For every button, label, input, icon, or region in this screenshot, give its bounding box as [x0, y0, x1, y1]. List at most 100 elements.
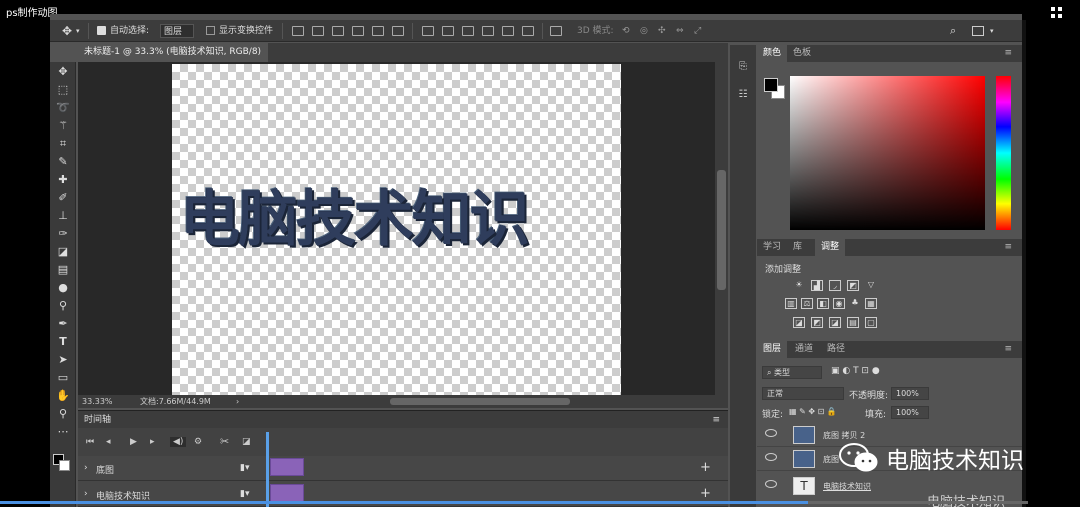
layer-name[interactable]: 底图 [823, 454, 839, 465]
magic-wand-tool-icon[interactable]: ⚚ [55, 118, 71, 134]
distribute-right-icon[interactable] [522, 26, 534, 36]
tab-adjustments[interactable]: 调整 [815, 239, 846, 256]
add-media-icon[interactable]: + [700, 486, 711, 501]
crop-tool-icon[interactable]: ⌗ [55, 136, 71, 152]
gradient-tool-icon[interactable]: ▤ [55, 262, 71, 278]
marquee-tool-icon[interactable]: ⬚ [55, 82, 71, 98]
opacity-field[interactable]: 100% [891, 387, 929, 400]
gradient-map-icon[interactable]: ▤ [847, 317, 859, 328]
panel-menu-icon[interactable]: ≡ [712, 411, 720, 429]
tab-learn[interactable]: 学习 [757, 239, 787, 256]
play-icon[interactable]: ▶ [130, 437, 137, 447]
channel-mixer-icon[interactable]: ♣ [849, 298, 861, 309]
foreground-color-swatch[interactable] [764, 78, 778, 92]
photo-filter-icon[interactable]: ◉ [833, 298, 845, 309]
eyedropper-tool-icon[interactable]: ✎ [55, 154, 71, 170]
distribute-left-icon[interactable] [482, 26, 494, 36]
align-left-icon[interactable] [292, 26, 304, 36]
audio-icon[interactable]: ◀) [170, 437, 187, 447]
history-panel-icon[interactable]: ⎘ [735, 59, 751, 75]
tab-swatches[interactable]: 色板 [787, 45, 817, 62]
track-film-icon[interactable]: ▮▾ [240, 489, 249, 499]
align-right-icon[interactable] [332, 26, 344, 36]
track-row[interactable]: › 底图 ▮▾ + [78, 456, 728, 481]
color-lookup-icon[interactable]: ▦ [865, 298, 877, 309]
selective-color-icon[interactable]: ▢ [865, 317, 877, 328]
transform-checkbox[interactable] [206, 26, 215, 35]
tab-layers[interactable]: 图层 [757, 341, 788, 358]
vibrance-icon[interactable]: ▽ [865, 280, 877, 291]
zoom-tool-icon[interactable]: ⚲ [55, 406, 71, 422]
3d-rotate-icon[interactable]: ⟲ [622, 24, 630, 38]
more-tools-icon[interactable]: ⋯ [55, 424, 71, 440]
3d-scale-icon[interactable]: ⤢ [694, 24, 701, 38]
distribute-top-icon[interactable] [422, 26, 434, 36]
blur-tool-icon[interactable]: ● [55, 280, 71, 296]
layer-name[interactable]: 电脑技术知识 [823, 481, 871, 492]
brightness-icon[interactable]: ☀ [793, 280, 805, 291]
move-tool-icon[interactable]: ✥ [62, 24, 72, 38]
panel-menu-icon[interactable]: ≡ [998, 239, 1018, 256]
settings-gear-icon[interactable]: ⚙ [194, 437, 202, 447]
expand-chevron-icon[interactable]: › [84, 463, 88, 473]
auto-align-icon[interactable] [550, 26, 562, 36]
distribute-hcenter-icon[interactable] [502, 26, 514, 36]
split-scissors-icon[interactable]: ✂ [220, 435, 229, 448]
tab-color[interactable]: 颜色 [757, 45, 788, 62]
hand-tool-icon[interactable]: ✋ [55, 388, 71, 404]
path-select-tool-icon[interactable]: ➤ [55, 352, 71, 368]
move-tool-icon[interactable]: ✥ [55, 64, 71, 80]
hue-sat-icon[interactable]: ▥ [785, 298, 797, 309]
invert-icon[interactable]: ◪ [793, 317, 805, 328]
distribute-bottom-icon[interactable] [462, 26, 474, 36]
video-progress-remaining[interactable] [808, 501, 1028, 504]
brush-tool-icon[interactable]: ✐ [55, 190, 71, 206]
color-balance-icon[interactable]: ⚖ [801, 298, 813, 309]
panel-menu-icon[interactable]: ≡ [998, 45, 1018, 62]
pen-tool-icon[interactable]: ✒ [55, 316, 71, 332]
first-frame-icon[interactable]: ⏮ [86, 437, 94, 447]
search-icon[interactable]: ⌕ [950, 24, 956, 38]
chevron-down-icon[interactable]: ▾ [76, 24, 80, 38]
track-film-icon[interactable]: ▮▾ [240, 463, 249, 473]
fill-field[interactable]: 100% [891, 406, 929, 419]
stamp-tool-icon[interactable]: ⊥ [55, 208, 71, 224]
document-tab[interactable]: 未标题-1 @ 33.3% (电脑技术知识, RGB/8) * [78, 43, 268, 76]
grid-icon[interactable] [1050, 6, 1064, 20]
video-clip[interactable] [270, 458, 304, 476]
healing-brush-tool-icon[interactable]: ✚ [55, 172, 71, 188]
exposure-icon[interactable]: ◩ [847, 280, 859, 291]
align-bottom-icon[interactable] [392, 26, 404, 36]
background-swatch[interactable] [59, 460, 70, 471]
visibility-eye-icon[interactable] [765, 429, 777, 437]
vertical-scroll-thumb[interactable] [717, 170, 726, 290]
shape-tool-icon[interactable]: ▭ [55, 370, 71, 386]
color-picker-field[interactable] [790, 76, 985, 230]
levels-icon[interactable]: ▟ [811, 280, 823, 291]
workspace-icon[interactable] [972, 26, 984, 36]
3d-drag-icon[interactable]: ✣ [658, 24, 666, 38]
align-middle-icon[interactable] [372, 26, 384, 36]
lock-icons[interactable]: ▦ ✎ ✥ ⊡ 🔒 [789, 407, 837, 416]
layer-filter-select[interactable]: ⌕ 类型 [762, 366, 822, 379]
tab-channels[interactable]: 通道 [789, 341, 819, 358]
type-tool-icon[interactable]: T [55, 334, 71, 350]
posterize-icon[interactable]: ◩ [811, 317, 823, 328]
3d-slide-icon[interactable]: ⇔ [676, 24, 684, 38]
visibility-eye-icon[interactable] [765, 480, 777, 488]
filter-pixel-icon[interactable]: ▣ ◐ T ⊡ ● [831, 366, 880, 376]
horizontal-scroll-thumb[interactable] [390, 398, 570, 405]
tab-paths[interactable]: 路径 [821, 341, 851, 358]
curves-icon[interactable]: ◞ [829, 280, 841, 291]
video-progress-bar[interactable] [0, 501, 808, 504]
blend-mode-select[interactable]: 正常 [762, 387, 844, 400]
auto-select-checkbox[interactable] [97, 26, 106, 35]
playhead[interactable] [266, 432, 269, 507]
3d-roll-icon[interactable]: ◎ [640, 24, 648, 38]
hue-slider[interactable] [996, 76, 1011, 230]
dodge-tool-icon[interactable]: ⚲ [55, 298, 71, 314]
canvas-text-layer[interactable]: 电脑技术知识 [180, 180, 620, 260]
threshold-icon[interactable]: ◪ [829, 317, 841, 328]
next-frame-icon[interactable]: ▸ [150, 437, 155, 447]
history-brush-tool-icon[interactable]: ✑ [55, 226, 71, 242]
